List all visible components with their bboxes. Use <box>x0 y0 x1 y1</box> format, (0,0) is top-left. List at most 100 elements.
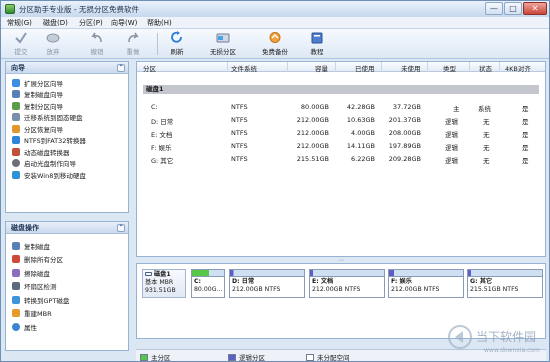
table-row[interactable]: G: 其它 NTFS 215.51GB 6.22GB 209.28GB 逻辑 无… <box>137 154 545 165</box>
window-title: 分区助手专业版 - 无损分区免费软件 <box>19 5 139 14</box>
copy-disk-icon <box>12 241 20 250</box>
disk-operations-panel: 磁盘操作 ⌃ 复制磁盘 删除所有分区 擦除磁盘 坏扇区检测 转换到GPT磁盘 重… <box>5 221 129 351</box>
table-row[interactable]: C: NTFS 80.00GB 42.28GB 37.72GB 主 系统 是 <box>137 102 545 113</box>
discard-icon <box>46 33 60 43</box>
wizard-item-boot-cd[interactable]: 启动光盘制作向导 <box>12 158 128 170</box>
wizard-panel-title: 向导 <box>11 64 25 72</box>
watermark-logo: 当下软件园 www.downxia.com <box>446 319 546 359</box>
windows-icon <box>12 170 20 179</box>
col-status[interactable]: 状态 <box>479 63 492 73</box>
menu-disk[interactable]: 磁盘(D) <box>43 18 68 28</box>
diskop-item-copy-disk[interactable]: 复制磁盘 <box>12 239 128 253</box>
wizard-item-win8-to-go[interactable]: 安装Win8到移动硬盘 <box>12 169 128 181</box>
wizard-item-copy-partition[interactable]: 复制分区向导 <box>12 100 128 112</box>
diskop-item-wipe-disk[interactable]: 擦除磁盘 <box>12 266 128 280</box>
col-filesystem[interactable]: 文件系统 <box>231 63 257 73</box>
usage-bar <box>230 270 304 277</box>
wizard-item-migrate-ssd[interactable]: 迁移系统到固态硬盘 <box>12 112 128 124</box>
lossless-partition-button[interactable]: 无损分区 <box>205 31 241 57</box>
refresh-icon <box>171 31 182 43</box>
minimize-button[interactable]: — <box>485 2 503 15</box>
tutorial-button[interactable]: 教程 <box>305 31 329 57</box>
watermark-url: www.downxia.com <box>484 347 540 354</box>
free-backup-label: 免费备份 <box>262 48 288 56</box>
col-type[interactable]: 类型 <box>443 63 456 73</box>
refresh-button[interactable]: 刷新 <box>165 31 189 57</box>
free-backup-button[interactable]: 免费备份 <box>257 31 293 57</box>
diskop-item-convert-gpt[interactable]: 转换到GPT磁盘 <box>12 293 128 307</box>
legend-unallocated: 未分配空间 <box>306 352 350 362</box>
convert-gpt-icon <box>12 295 20 304</box>
usage-bar <box>468 270 542 277</box>
close-button[interactable]: ✕ <box>523 2 547 15</box>
diskop-item-delete-all[interactable]: 删除所有分区 <box>12 253 128 267</box>
partition-block-d[interactable]: D: 日常 212.00GB NTFS <box>229 269 305 298</box>
partition-block-c[interactable]: C: 80.00G... <box>191 269 225 298</box>
wizard-panel-header: 向导 ⌃ <box>6 62 128 74</box>
col-capacity[interactable]: 容量 <box>315 63 328 73</box>
app-logo-icon <box>5 4 15 14</box>
submit-label: 提交 <box>14 48 28 56</box>
wizard-item-dynamic-disk[interactable]: 动态磁盘转换器 <box>12 146 128 158</box>
migrate-ssd-icon <box>12 113 20 122</box>
menu-bar: 常规(G) 磁盘(D) 分区(P) 向导(W) 帮助(H) <box>1 17 549 29</box>
menu-wizard[interactable]: 向导(W) <box>111 18 137 28</box>
copy-disk-icon <box>12 90 20 99</box>
col-4k-align[interactable]: 4KB对齐 <box>505 63 531 73</box>
wizard-item-ntfs-fat32[interactable]: NTFS到FAT32转换器 <box>12 135 128 147</box>
boot-cd-icon <box>12 159 20 168</box>
checkmark-icon <box>15 32 27 44</box>
backup-icon <box>269 32 281 43</box>
wizard-item-copy-disk[interactable]: 复制磁盘向导 <box>12 89 128 101</box>
redo-button[interactable]: 重做 <box>121 31 145 57</box>
tutorial-label: 教程 <box>310 48 324 56</box>
disk-operations-title: 磁盘操作 <box>11 224 39 232</box>
usage-bar <box>192 270 224 277</box>
partition-disk-icon <box>216 33 230 43</box>
toolbar: 提交 放弃 撤销 重做 刷新 无损分区 免费备份 教程 <box>1 29 549 59</box>
col-free[interactable]: 未使用 <box>401 63 421 73</box>
menu-partition[interactable]: 分区(P) <box>79 18 103 28</box>
diskop-item-rebuild-mbr[interactable]: 重建MBR <box>12 307 128 321</box>
wizard-item-extend-partition[interactable]: 扩展分区向导 <box>12 77 128 89</box>
app-window: 分区助手专业版 - 无损分区免费软件 — □ ✕ 常规(G) 磁盘(D) 分区(… <box>0 0 550 362</box>
table-row[interactable]: D: 日常 NTFS 212.00GB 10.63GB 201.37GB 逻辑 … <box>137 115 545 126</box>
partition-block-g[interactable]: G: 其它 215.51GB NTFS <box>467 269 543 298</box>
wizard-panel: 向导 ⌃ 扩展分区向导 复制磁盘向导 复制分区向导 迁移系统到固态硬盘 分区恢复… <box>5 61 129 213</box>
disk-kind: 基本 MBR <box>145 279 174 286</box>
diskop-item-properties[interactable]: 属性 <box>12 320 128 334</box>
collapse-chevron-icon[interactable]: ⌃ <box>117 64 125 72</box>
copy-partition-icon <box>12 101 20 110</box>
col-partition[interactable]: 分区 <box>143 63 156 73</box>
partition-recovery-icon <box>12 124 20 133</box>
partition-table: 分区 文件系统 容量 已使用 未使用 类型 状态 4KB对齐 磁盘1 C: NT… <box>136 61 546 257</box>
disk-group-row[interactable]: 磁盘1 <box>143 85 539 94</box>
table-row[interactable]: E: 文档 NTFS 212.00GB 4.00GB 208.00GB 逻辑 无… <box>137 128 545 139</box>
watermark-brand: 当下软件园 <box>476 330 536 344</box>
main-area: 分区 文件系统 容量 已使用 未使用 类型 状态 4KB对齐 磁盘1 C: NT… <box>136 61 546 349</box>
menu-help[interactable]: 帮助(H) <box>147 18 172 28</box>
table-row[interactable]: F: 娱乐 NTFS 212.00GB 14.11GB 197.89GB 逻辑 … <box>137 141 545 152</box>
disk-info-card[interactable]: 磁盘1 基本 MBR 931.51GB <box>142 269 186 298</box>
disk-size: 931.51GB <box>145 287 176 294</box>
partition-block-f[interactable]: F: 娱乐 212.00GB NTFS <box>388 269 464 298</box>
discard-label: 放弃 <box>46 48 60 56</box>
undo-label: 撤销 <box>90 48 104 56</box>
dynamic-disk-icon <box>12 147 20 156</box>
extend-partition-icon <box>12 78 20 87</box>
pane-splitter[interactable]: ⋯ <box>136 258 546 264</box>
partition-block-e[interactable]: E: 文档 212.00GB NTFS <box>309 269 385 298</box>
disk-name: 磁盘1 <box>154 271 171 278</box>
submit-button[interactable]: 提交 <box>9 31 33 57</box>
collapse-chevron-icon[interactable]: ⌃ <box>117 224 125 232</box>
redo-label: 重做 <box>126 48 140 56</box>
menu-general[interactable]: 常规(G) <box>7 18 32 28</box>
undo-button[interactable]: 撤销 <box>85 31 109 57</box>
diskop-item-bad-sector[interactable]: 坏扇区检测 <box>12 280 128 294</box>
discard-button[interactable]: 放弃 <box>41 31 65 57</box>
maximize-button[interactable]: □ <box>504 2 522 15</box>
wizard-item-partition-recovery[interactable]: 分区恢复向导 <box>12 123 128 135</box>
undo-arrow-icon <box>91 32 102 43</box>
col-used[interactable]: 已使用 <box>355 63 375 73</box>
legend-primary: 主分区 <box>140 352 171 362</box>
